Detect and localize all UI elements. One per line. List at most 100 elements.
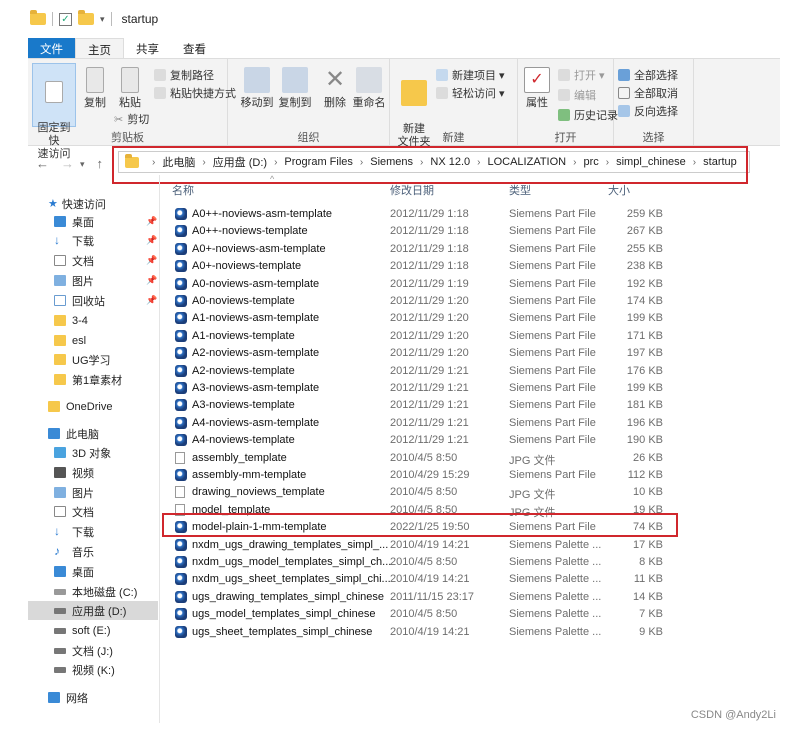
edit-button[interactable]: 编辑 xyxy=(558,87,596,103)
nav-item-desktop-pc[interactable]: 桌面 xyxy=(54,562,94,581)
crumb-prc[interactable]: prc xyxy=(583,156,598,168)
nav-item-this-pc[interactable]: 此电脑 xyxy=(48,424,99,443)
nav-item-downloads-pc[interactable]: ↓ 下载 xyxy=(54,522,94,541)
nav-label: 本地磁盘 (C:) xyxy=(72,586,138,599)
tab-share[interactable]: 共享 xyxy=(124,38,171,58)
copy-path-button[interactable]: 复制路径 xyxy=(154,67,214,83)
nav-item-folder-esl[interactable]: esl xyxy=(54,331,86,350)
file-row[interactable]: A2-noviews-asm-template 2012/11/29 1:20 Si… xyxy=(172,345,672,362)
cut-button[interactable]: ✂ 剪切 xyxy=(114,111,149,127)
rename-button[interactable]: 重命名 xyxy=(352,67,386,110)
column-header-type[interactable]: 类型 xyxy=(509,182,531,198)
file-row[interactable]: ugs_model_templates_simpl_chinese 2010/4/… xyxy=(172,606,672,623)
paste-button[interactable]: 粘贴 xyxy=(114,67,146,110)
file-row[interactable]: A0-noviews-asm-template 2012/11/29 1:19 Si… xyxy=(172,276,672,293)
nav-item-network[interactable]: 网络 xyxy=(48,688,88,707)
nav-item-pictures[interactable]: 图片 xyxy=(54,271,94,290)
nav-item-drive-j[interactable]: 文档 (J:) xyxy=(54,641,113,660)
file-row[interactable]: drawing_noviews_template 2010/4/5 8:50 JPG… xyxy=(172,484,672,501)
up-arrow-icon[interactable]: ↑ xyxy=(97,156,104,171)
file-row[interactable]: nxdm_ugs_model_templates_simpl_ch... 2010… xyxy=(172,554,672,571)
nav-item-downloads[interactable]: ↓ 下载 xyxy=(54,231,94,250)
delete-button[interactable]: ✕ 删除 xyxy=(320,67,350,110)
file-row[interactable]: A0-noviews-template 2012/11/29 1:20 Siemen… xyxy=(172,293,672,310)
file-row[interactable]: model_template 2010/4/5 8:50 JPG 文件 19 KB xyxy=(172,502,672,519)
properties-button[interactable]: ✓ 属性 xyxy=(522,67,552,110)
nav-item-documents-pc[interactable]: 文档 xyxy=(54,502,94,521)
column-header-date[interactable]: 修改日期 xyxy=(390,182,434,198)
column-header-name[interactable]: 名称 xyxy=(172,182,194,198)
nav-item-3d-objects[interactable]: 3D 对象 xyxy=(54,443,111,462)
file-row[interactable]: A3-noviews-template 2012/11/29 1:21 Siemen… xyxy=(172,397,672,414)
nav-item-folder-ch1[interactable]: 第1章素材 xyxy=(54,370,122,389)
new-folder-icon[interactable] xyxy=(78,10,94,25)
select-all-button[interactable]: 全部选择 xyxy=(618,67,678,83)
crumb-simpl-chinese[interactable]: simpl_chinese xyxy=(616,156,686,168)
recent-dropdown-icon[interactable]: ▾ xyxy=(80,159,85,171)
nav-item-onedrive[interactable]: OneDrive xyxy=(48,397,112,416)
nav-item-folder-3-4[interactable]: 3-4 xyxy=(54,311,88,330)
file-row[interactable]: A0+-noviews-asm-template 2012/11/29 1:18 S… xyxy=(172,241,672,258)
copy-button[interactable]: 复制 xyxy=(80,67,110,110)
file-row[interactable]: A2-noviews-template 2012/11/29 1:21 Siemen… xyxy=(172,363,672,380)
file-row[interactable]: nxdm_ugs_sheet_templates_simpl_chi... 201… xyxy=(172,571,672,588)
move-to-button[interactable]: 移动到 xyxy=(240,67,274,110)
file-row[interactable]: model-plain-1-mm-template 2022/1/25 19:50… xyxy=(172,519,672,536)
nav-item-desktop[interactable]: 桌面 xyxy=(54,212,94,231)
file-row[interactable]: ugs_sheet_templates_simpl_chinese 2010/4/… xyxy=(172,624,672,641)
pane-divider[interactable] xyxy=(159,175,160,723)
file-row[interactable]: A1-noviews-asm-template 2012/11/29 1:20 Si… xyxy=(172,310,672,327)
nav-item-documents[interactable]: 文档 xyxy=(54,251,94,270)
crumb-this-pc[interactable]: 此电脑 xyxy=(162,154,195,170)
file-row[interactable]: A0++-noviews-template 2012/11/29 1:18 Siem… xyxy=(172,223,672,240)
file-date: 2012/11/29 1:21 xyxy=(390,434,469,447)
properties-label: 属性 xyxy=(526,97,548,109)
open-button[interactable]: 打开 ▾ xyxy=(558,67,605,83)
invert-selection-button[interactable]: 反向选择 xyxy=(618,103,678,119)
nav-item-folder-ug[interactable]: UG学习 xyxy=(54,350,111,369)
paste-shortcut-button[interactable]: 粘贴快捷方式 xyxy=(154,85,236,101)
crumb-localization[interactable]: LOCALIZATION xyxy=(487,156,566,168)
file-row[interactable]: A4-noviews-asm-template 2012/11/29 1:21 Si… xyxy=(172,415,672,432)
forward-arrow-icon[interactable]: → xyxy=(61,156,74,171)
quick-toolbar-dropdown-icon[interactable]: ▾ xyxy=(100,14,105,25)
column-header-size[interactable]: 大小 xyxy=(608,182,630,198)
crumb-app-drive[interactable]: 应用盘 (D:) xyxy=(213,154,267,170)
history-button[interactable]: 历史记录 xyxy=(558,107,618,123)
file-type: Siemens Part File xyxy=(509,347,596,360)
nav-item-drive-d[interactable]: 应用盘 (D:) xyxy=(28,601,158,620)
tab-file[interactable]: 文件 xyxy=(28,38,75,58)
file-row[interactable]: A0+-noviews-template 2012/11/29 1:18 Sieme… xyxy=(172,258,672,275)
pin-quick-access-button[interactable]: 固定到快 速访问 xyxy=(32,63,76,160)
file-row[interactable]: A0++-noviews-asm-template 2012/11/29 1:18… xyxy=(172,206,672,223)
new-item-button[interactable]: 新建项目 ▾ xyxy=(436,67,505,83)
file-row[interactable]: ugs_drawing_templates_simpl_chinese 2011/… xyxy=(172,589,672,606)
file-row[interactable]: assembly-mm-template 2010/4/29 15:29 Sieme… xyxy=(172,467,672,484)
address-bar[interactable]: › 此电脑 › 应用盘 (D:) › Program Files › Sieme… xyxy=(118,151,750,173)
file-row[interactable]: A1-noviews-template 2012/11/29 1:20 Siemen… xyxy=(172,328,672,345)
file-row[interactable]: nxdm_ugs_drawing_templates_simpl_... 2010… xyxy=(172,537,672,554)
file-date: 2010/4/5 8:50 xyxy=(390,451,458,464)
file-row[interactable]: A4-noviews-template 2012/11/29 1:21 Siemen… xyxy=(172,432,672,449)
file-row[interactable]: A3-noviews-asm-template 2012/11/29 1:21 Si… xyxy=(172,380,672,397)
back-arrow-icon[interactable]: ← xyxy=(36,156,49,171)
nav-quick-access[interactable]: ★ 快速访问 xyxy=(48,194,106,213)
tab-view[interactable]: 查看 xyxy=(171,38,218,58)
properties-check-icon[interactable]: ✓ xyxy=(59,12,72,26)
tab-home[interactable]: 主页 xyxy=(75,38,124,58)
crumb-nx12[interactable]: NX 12.0 xyxy=(430,156,470,168)
nav-item-drive-c[interactable]: 本地磁盘 (C:) xyxy=(54,582,137,601)
crumb-siemens[interactable]: Siemens xyxy=(370,156,413,168)
nav-item-videos[interactable]: 视频 xyxy=(54,463,94,482)
crumb-startup[interactable]: startup xyxy=(703,156,737,168)
file-row[interactable]: assembly_template 2010/4/5 8:50 JPG 文件 26 K… xyxy=(172,450,672,467)
copy-to-button[interactable]: 复制到 xyxy=(278,67,312,110)
easy-access-button[interactable]: 轻松访问 ▾ xyxy=(436,85,505,101)
select-none-button[interactable]: 全部取消 xyxy=(618,85,678,101)
nav-item-drive-e[interactable]: soft (E:) xyxy=(54,621,111,640)
nav-item-pictures-pc[interactable]: 图片 xyxy=(54,483,94,502)
nav-item-recycle-bin[interactable]: 回收站 xyxy=(54,291,105,310)
nav-item-music[interactable]: ♪ 音乐 xyxy=(54,542,94,561)
crumb-program-files[interactable]: Program Files xyxy=(284,156,352,168)
nav-item-drive-k[interactable]: 视频 (K:) xyxy=(54,660,115,679)
